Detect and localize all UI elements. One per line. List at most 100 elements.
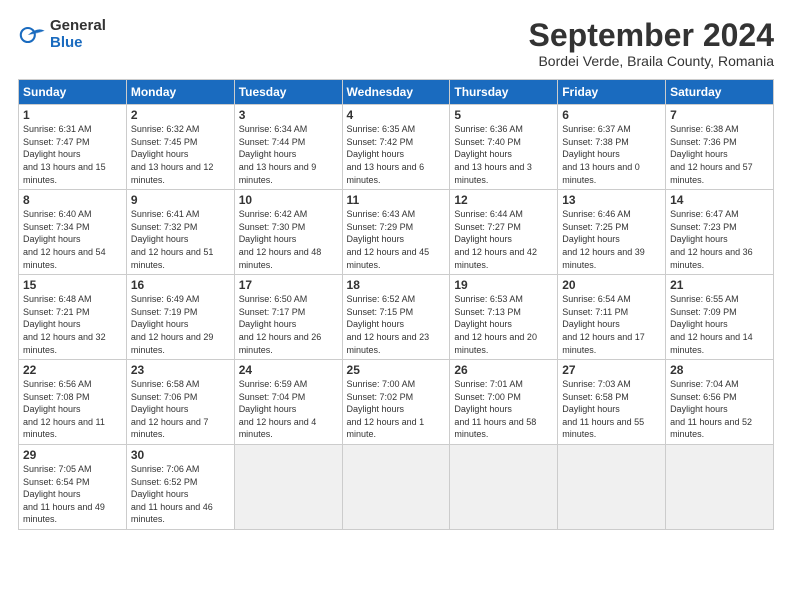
header: General Blue September 2024 Bordei Verde… xyxy=(18,18,774,69)
day-cell: 14 Sunrise: 6:47 AMSunset: 7:23 PMDaylig… xyxy=(666,190,774,275)
day-cell: 11 Sunrise: 6:43 AMSunset: 7:29 PMDaylig… xyxy=(342,190,450,275)
empty-cell xyxy=(558,445,666,530)
day-info: Sunrise: 6:44 AMSunset: 7:27 PMDaylight … xyxy=(454,209,537,269)
day-cell: 28 Sunrise: 7:04 AMSunset: 6:56 PMDaylig… xyxy=(666,360,774,445)
day-number: 20 xyxy=(562,278,661,292)
col-saturday: Saturday xyxy=(666,80,774,105)
day-info: Sunrise: 7:00 AMSunset: 7:02 PMDaylight … xyxy=(347,379,425,439)
day-number: 23 xyxy=(131,363,230,377)
day-number: 13 xyxy=(562,193,661,207)
day-number: 9 xyxy=(131,193,230,207)
day-number: 5 xyxy=(454,108,553,122)
day-number: 10 xyxy=(239,193,338,207)
day-cell: 25 Sunrise: 7:00 AMSunset: 7:02 PMDaylig… xyxy=(342,360,450,445)
day-number: 21 xyxy=(670,278,769,292)
day-info: Sunrise: 6:47 AMSunset: 7:23 PMDaylight … xyxy=(670,209,753,269)
col-thursday: Thursday xyxy=(450,80,558,105)
day-number: 15 xyxy=(23,278,122,292)
empty-cell xyxy=(450,445,558,530)
title-block: September 2024 Bordei Verde, Braila Coun… xyxy=(529,18,774,69)
day-cell: 8 Sunrise: 6:40 AMSunset: 7:34 PMDayligh… xyxy=(19,190,127,275)
day-info: Sunrise: 6:50 AMSunset: 7:17 PMDaylight … xyxy=(239,294,322,354)
empty-cell xyxy=(666,445,774,530)
empty-cell xyxy=(234,445,342,530)
logo-blue: Blue xyxy=(50,35,106,52)
day-number: 1 xyxy=(23,108,122,122)
day-cell: 7 Sunrise: 6:38 AMSunset: 7:36 PMDayligh… xyxy=(666,105,774,190)
day-cell: 5 Sunrise: 6:36 AMSunset: 7:40 PMDayligh… xyxy=(450,105,558,190)
day-cell: 17 Sunrise: 6:50 AMSunset: 7:17 PMDaylig… xyxy=(234,275,342,360)
day-info: Sunrise: 6:38 AMSunset: 7:36 PMDaylight … xyxy=(670,124,753,184)
day-info: Sunrise: 6:43 AMSunset: 7:29 PMDaylight … xyxy=(347,209,430,269)
day-cell: 13 Sunrise: 6:46 AMSunset: 7:25 PMDaylig… xyxy=(558,190,666,275)
col-monday: Monday xyxy=(126,80,234,105)
day-cell: 22 Sunrise: 6:56 AMSunset: 7:08 PMDaylig… xyxy=(19,360,127,445)
day-cell: 26 Sunrise: 7:01 AMSunset: 7:00 PMDaylig… xyxy=(450,360,558,445)
day-info: Sunrise: 6:34 AMSunset: 7:44 PMDaylight … xyxy=(239,124,317,184)
day-info: Sunrise: 6:40 AMSunset: 7:34 PMDaylight … xyxy=(23,209,106,269)
day-number: 22 xyxy=(23,363,122,377)
day-info: Sunrise: 6:53 AMSunset: 7:13 PMDaylight … xyxy=(454,294,537,354)
calendar-table: Sunday Monday Tuesday Wednesday Thursday… xyxy=(18,79,774,530)
day-info: Sunrise: 6:32 AMSunset: 7:45 PMDaylight … xyxy=(131,124,214,184)
day-cell: 23 Sunrise: 6:58 AMSunset: 7:06 PMDaylig… xyxy=(126,360,234,445)
day-number: 28 xyxy=(670,363,769,377)
day-cell: 20 Sunrise: 6:54 AMSunset: 7:11 PMDaylig… xyxy=(558,275,666,360)
day-info: Sunrise: 7:06 AMSunset: 6:52 PMDaylight … xyxy=(131,464,213,524)
day-number: 24 xyxy=(239,363,338,377)
calendar-body: 1 Sunrise: 6:31 AMSunset: 7:47 PMDayligh… xyxy=(19,105,774,530)
day-info: Sunrise: 6:37 AMSunset: 7:38 PMDaylight … xyxy=(562,124,640,184)
day-info: Sunrise: 7:05 AMSunset: 6:54 PMDaylight … xyxy=(23,464,105,524)
month-title: September 2024 xyxy=(529,18,774,53)
week-row: 29 Sunrise: 7:05 AMSunset: 6:54 PMDaylig… xyxy=(19,445,774,530)
empty-cell xyxy=(342,445,450,530)
day-number: 29 xyxy=(23,448,122,462)
day-info: Sunrise: 6:56 AMSunset: 7:08 PMDaylight … xyxy=(23,379,105,439)
day-info: Sunrise: 6:49 AMSunset: 7:19 PMDaylight … xyxy=(131,294,214,354)
day-cell: 27 Sunrise: 7:03 AMSunset: 6:58 PMDaylig… xyxy=(558,360,666,445)
day-cell: 18 Sunrise: 6:52 AMSunset: 7:15 PMDaylig… xyxy=(342,275,450,360)
day-cell: 29 Sunrise: 7:05 AMSunset: 6:54 PMDaylig… xyxy=(19,445,127,530)
day-number: 3 xyxy=(239,108,338,122)
day-number: 11 xyxy=(347,193,446,207)
day-cell: 9 Sunrise: 6:41 AMSunset: 7:32 PMDayligh… xyxy=(126,190,234,275)
day-cell: 30 Sunrise: 7:06 AMSunset: 6:52 PMDaylig… xyxy=(126,445,234,530)
day-info: Sunrise: 6:41 AMSunset: 7:32 PMDaylight … xyxy=(131,209,214,269)
day-info: Sunrise: 6:42 AMSunset: 7:30 PMDaylight … xyxy=(239,209,322,269)
logo: General Blue xyxy=(18,18,106,51)
day-cell: 10 Sunrise: 6:42 AMSunset: 7:30 PMDaylig… xyxy=(234,190,342,275)
day-info: Sunrise: 6:36 AMSunset: 7:40 PMDaylight … xyxy=(454,124,532,184)
logo-text: General Blue xyxy=(50,18,106,51)
day-number: 16 xyxy=(131,278,230,292)
day-number: 8 xyxy=(23,193,122,207)
day-number: 30 xyxy=(131,448,230,462)
day-cell: 4 Sunrise: 6:35 AMSunset: 7:42 PMDayligh… xyxy=(342,105,450,190)
page: General Blue September 2024 Bordei Verde… xyxy=(0,0,792,612)
day-info: Sunrise: 6:35 AMSunset: 7:42 PMDaylight … xyxy=(347,124,425,184)
col-tuesday: Tuesday xyxy=(234,80,342,105)
day-info: Sunrise: 6:52 AMSunset: 7:15 PMDaylight … xyxy=(347,294,430,354)
day-info: Sunrise: 6:55 AMSunset: 7:09 PMDaylight … xyxy=(670,294,753,354)
day-cell: 15 Sunrise: 6:48 AMSunset: 7:21 PMDaylig… xyxy=(19,275,127,360)
day-info: Sunrise: 6:31 AMSunset: 7:47 PMDaylight … xyxy=(23,124,106,184)
day-number: 4 xyxy=(347,108,446,122)
day-number: 12 xyxy=(454,193,553,207)
day-cell: 19 Sunrise: 6:53 AMSunset: 7:13 PMDaylig… xyxy=(450,275,558,360)
day-info: Sunrise: 7:03 AMSunset: 6:58 PMDaylight … xyxy=(562,379,644,439)
logo-icon xyxy=(18,21,46,49)
day-number: 2 xyxy=(131,108,230,122)
day-number: 18 xyxy=(347,278,446,292)
day-cell: 21 Sunrise: 6:55 AMSunset: 7:09 PMDaylig… xyxy=(666,275,774,360)
day-cell: 12 Sunrise: 6:44 AMSunset: 7:27 PMDaylig… xyxy=(450,190,558,275)
col-sunday: Sunday xyxy=(19,80,127,105)
day-info: Sunrise: 6:59 AMSunset: 7:04 PMDaylight … xyxy=(239,379,317,439)
col-wednesday: Wednesday xyxy=(342,80,450,105)
day-number: 25 xyxy=(347,363,446,377)
day-number: 6 xyxy=(562,108,661,122)
day-cell: 3 Sunrise: 6:34 AMSunset: 7:44 PMDayligh… xyxy=(234,105,342,190)
week-row: 22 Sunrise: 6:56 AMSunset: 7:08 PMDaylig… xyxy=(19,360,774,445)
day-cell: 6 Sunrise: 6:37 AMSunset: 7:38 PMDayligh… xyxy=(558,105,666,190)
day-number: 19 xyxy=(454,278,553,292)
day-cell: 1 Sunrise: 6:31 AMSunset: 7:47 PMDayligh… xyxy=(19,105,127,190)
location-subtitle: Bordei Verde, Braila County, Romania xyxy=(529,53,774,69)
